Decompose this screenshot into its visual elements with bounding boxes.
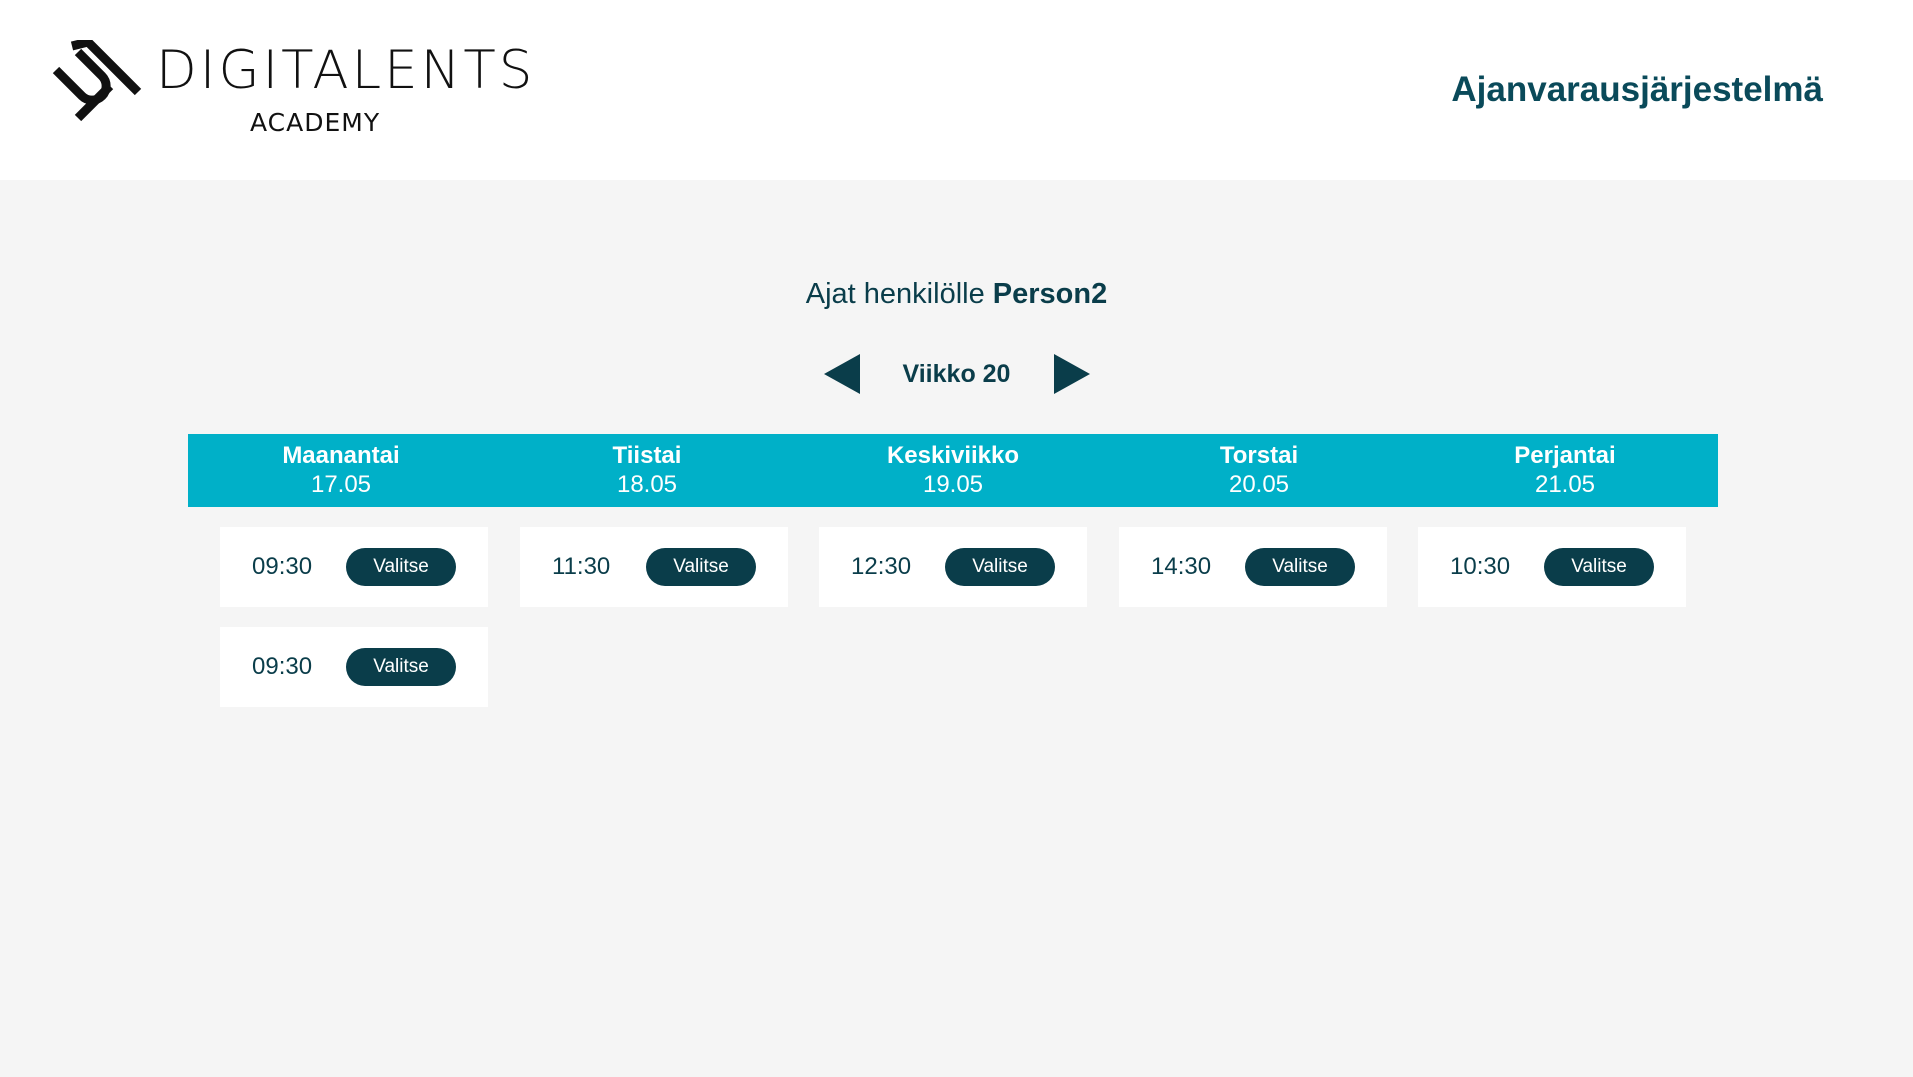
time-slot-card: 10:30 Valitse <box>1418 527 1686 607</box>
day-header-tuesday: Tiistai 18.05 <box>494 434 800 507</box>
slot-time: 12:30 <box>851 553 912 580</box>
person-heading: Ajat henkilölle Person2 <box>0 278 1913 311</box>
logo-wordmark: DIGITALENTS <box>156 40 536 101</box>
next-week-icon[interactable] <box>1053 354 1090 394</box>
day-name: Torstai <box>1219 441 1299 469</box>
time-slot-card: 09:30 Valitse <box>220 627 488 707</box>
week-label: Viikko 20 <box>902 359 1011 388</box>
select-slot-button[interactable]: Valitse <box>945 548 1055 586</box>
select-slot-button[interactable]: Valitse <box>346 548 456 586</box>
day-date: 17.05 <box>310 470 372 498</box>
day-header-monday: Maanantai 17.05 <box>188 434 494 507</box>
slot-time: 09:30 <box>252 653 313 680</box>
slot-time: 11:30 <box>552 553 611 580</box>
day-header-wednesday: Keskiviikko 19.05 <box>800 434 1106 507</box>
day-name: Keskiviikko <box>886 441 1020 469</box>
select-slot-button[interactable]: Valitse <box>646 548 756 586</box>
select-slot-button[interactable]: Valitse <box>1245 548 1355 586</box>
prev-week-icon[interactable] <box>823 354 860 394</box>
day-header-friday: Perjantai 21.05 <box>1412 434 1718 507</box>
time-slot-card: 11:30 Valitse <box>520 527 788 607</box>
day-date: 21.05 <box>1534 470 1596 498</box>
day-header-thursday: Torstai 20.05 <box>1106 434 1412 507</box>
slot-time: 10:30 <box>1450 553 1511 580</box>
day-date: 19.05 <box>922 470 984 498</box>
day-date: 18.05 <box>616 470 678 498</box>
time-slot-card: 09:30 Valitse <box>220 527 488 607</box>
logo-subtext: ACADEMY <box>250 108 381 137</box>
week-navigation: Viikko 20 <box>0 352 1913 396</box>
person-heading-prefix: Ajat henkilölle <box>805 278 993 310</box>
header: DIGITALENTS ACADEMY Ajanvarausjärjestelm… <box>0 0 1913 180</box>
day-date: 20.05 <box>1228 470 1290 498</box>
day-name: Perjantai <box>1514 441 1616 469</box>
days-header: Maanantai 17.05 Tiistai 18.05 Keskiviikk… <box>188 434 1718 507</box>
slot-time: 09:30 <box>252 553 313 580</box>
app-title: Ajanvarausjärjestelmä <box>1451 70 1823 109</box>
digitalents-logo[interactable]: DIGITALENTS ACADEMY <box>48 38 532 142</box>
slot-time: 14:30 <box>1151 553 1212 580</box>
logo-mark-icon <box>52 40 142 122</box>
select-slot-button[interactable]: Valitse <box>346 648 456 686</box>
time-slot-card: 12:30 Valitse <box>819 527 1087 607</box>
day-name: Tiistai <box>612 441 682 469</box>
time-slot-card: 14:30 Valitse <box>1119 527 1387 607</box>
day-name: Maanantai <box>282 441 400 469</box>
person-name: Person2 <box>992 278 1108 310</box>
select-slot-button[interactable]: Valitse <box>1544 548 1654 586</box>
